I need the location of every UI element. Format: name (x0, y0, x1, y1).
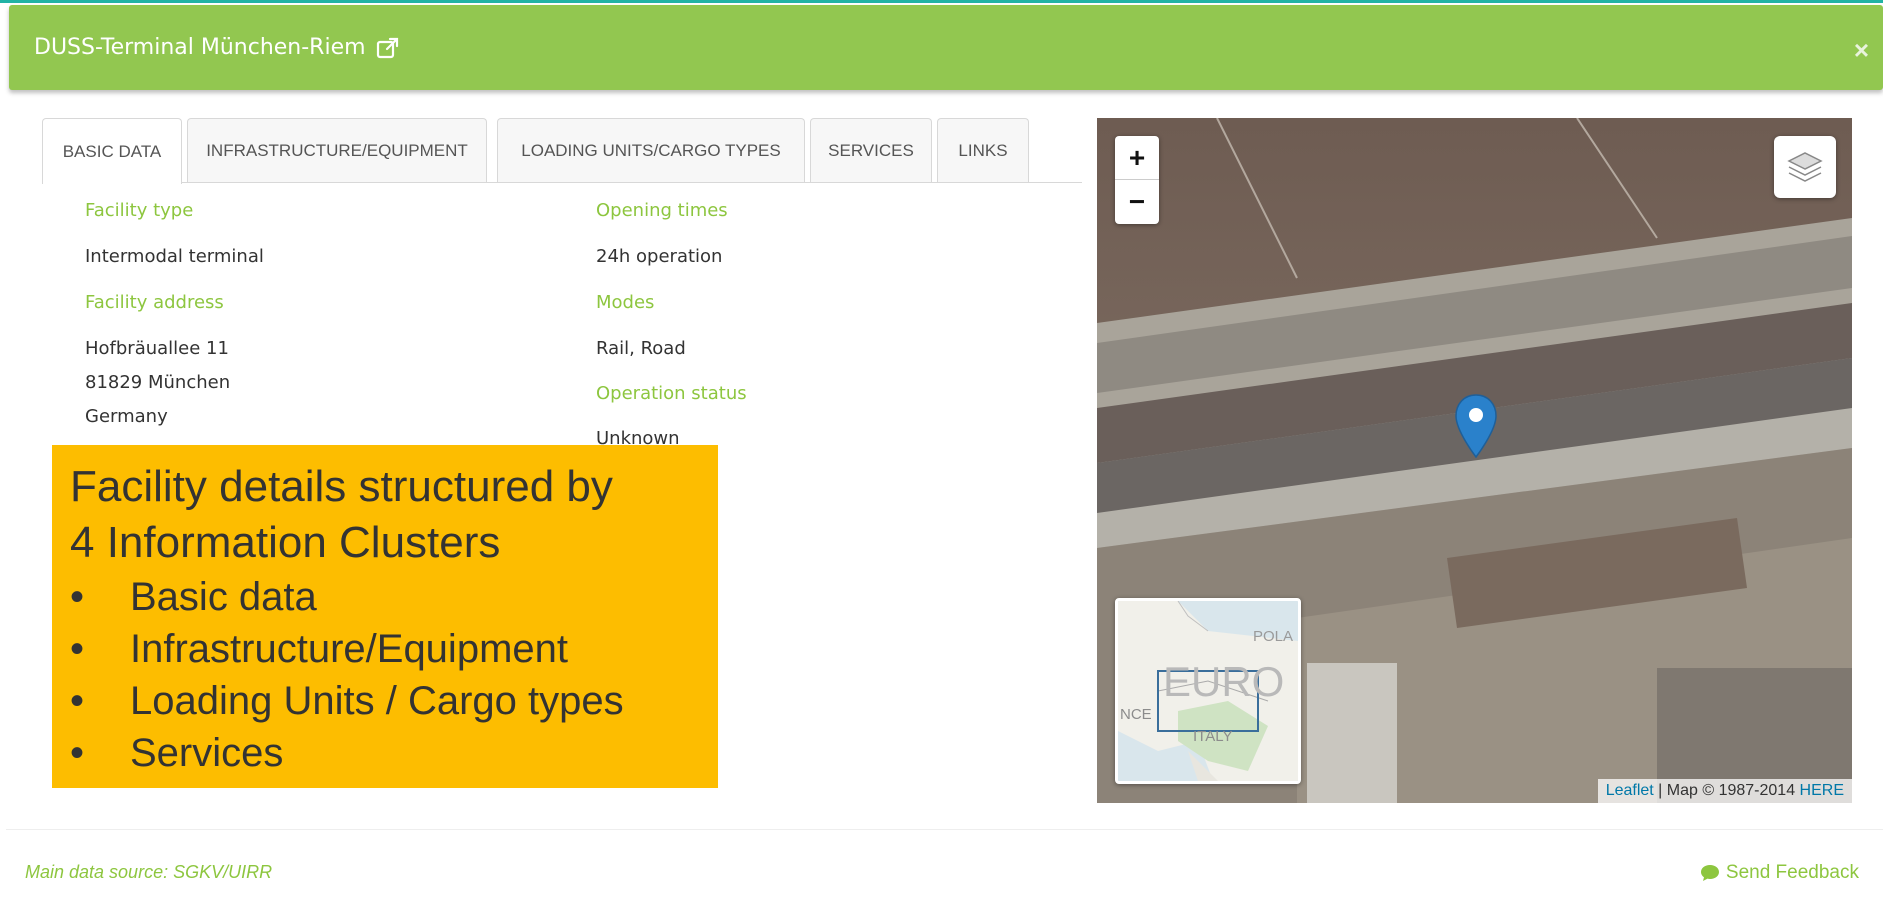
facility-title: DUSS-Terminal München-Riem (34, 35, 366, 60)
list-item: • Loading Units / Cargo types (70, 679, 624, 723)
info-callout: Facility details structured by 4 Informa… (52, 445, 718, 788)
minimap-label-italy: ITALY (1193, 728, 1232, 745)
map-view[interactable]: + − POLA EURO NCE ITALY Leaflet | Map © (1097, 118, 1852, 803)
modes-label: Modes (596, 292, 655, 313)
opening-times-label: Opening times (596, 200, 728, 221)
tab-services[interactable]: SERVICES (810, 118, 932, 183)
external-link-icon[interactable] (376, 36, 400, 60)
attribution-text: | Map © 1987-2014 (1653, 782, 1800, 799)
minimap-label-euro: EURO (1163, 658, 1284, 705)
comment-icon (1700, 865, 1719, 881)
minimap[interactable]: POLA EURO NCE ITALY (1115, 598, 1301, 784)
tab-infrastructure-equipment[interactable]: INFRASTRUCTURE/EQUIPMENT (187, 118, 487, 183)
minimap-label-nce: NCE (1120, 706, 1152, 723)
facility-type-label: Facility type (85, 200, 194, 221)
zoom-in-button[interactable]: + (1115, 136, 1159, 180)
tab-loading-units[interactable]: LOADING UNITS/CARGO TYPES (497, 118, 805, 183)
send-feedback-label[interactable]: Send Feedback (1726, 862, 1859, 884)
list-item: • Services (70, 731, 284, 775)
here-link[interactable]: HERE (1800, 782, 1844, 799)
modes-value: Rail, Road (596, 338, 686, 359)
facility-header: DUSS-Terminal München-Riem × (9, 5, 1883, 90)
top-accent-line (0, 0, 1883, 3)
tabs-divider (42, 182, 1082, 183)
operation-status-label: Operation status (596, 383, 747, 404)
location-marker-icon[interactable] (1454, 393, 1498, 459)
callout-title-line1: Facility details structured by (70, 462, 613, 511)
facility-address-label: Facility address (85, 292, 224, 313)
footer-divider (6, 829, 1883, 830)
list-item: • Basic data (70, 575, 317, 619)
address-line2: 81829 München (85, 372, 231, 393)
tab-basic-data[interactable]: BASIC DATA (42, 118, 182, 184)
close-button[interactable]: × (1854, 35, 1869, 66)
list-item: • Infrastructure/Equipment (70, 627, 568, 671)
address-line1: Hofbräuallee 11 (85, 338, 229, 359)
minimap-map: POLA EURO NCE ITALY (1118, 601, 1298, 781)
map-attribution: Leaflet | Map © 1987-2014 HERE (1597, 779, 1852, 803)
address-line3: Germany (85, 406, 168, 427)
opening-times-value: 24h operation (596, 246, 723, 267)
zoom-out-button[interactable]: − (1115, 180, 1159, 224)
callout-title-line2: 4 Information Clusters (70, 518, 501, 567)
minimap-label-pola: POLA (1253, 628, 1293, 645)
zoom-control: + − (1115, 136, 1159, 224)
layers-button[interactable] (1774, 136, 1836, 198)
send-feedback-link[interactable]: Send Feedback (1700, 862, 1859, 884)
leaflet-link[interactable]: Leaflet (1606, 782, 1654, 799)
tab-links[interactable]: LINKS (937, 118, 1029, 183)
callout-list: • Basic data • Infrastructure/Equipment • L… (70, 571, 700, 779)
layers-icon (1787, 152, 1823, 182)
data-source-text: Main data source: SGKV/UIRR (25, 862, 273, 882)
facility-type-value: Intermodal terminal (85, 246, 264, 267)
